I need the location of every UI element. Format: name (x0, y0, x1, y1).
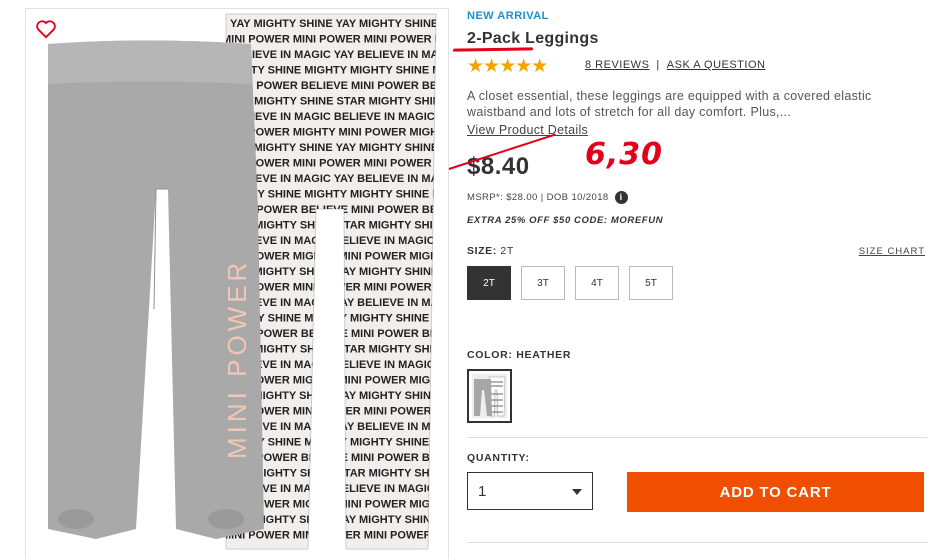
chevron-down-icon (572, 489, 582, 495)
size-chart-link[interactable]: SIZE CHART (859, 246, 925, 257)
size-option-4t[interactable]: 4T (575, 266, 619, 300)
review-links: 8 REVIEWS | ASK A QUESTION (585, 59, 765, 71)
promo-text: EXTRA 25% OFF $50 CODE: MOREFUN (467, 215, 664, 226)
print-line: YAY MIGHTY SHINE YAY MIGHTY SHINE (230, 18, 438, 30)
print-line: MIGHTY SHINE MIGHTY MIGHTY SHINE MIGHTY (222, 65, 448, 77)
size-label-text: SIZE: (467, 245, 497, 257)
section-divider-bottom (467, 542, 927, 543)
size-option-2t[interactable]: 2T (467, 266, 511, 300)
quantity-value: 1 (478, 483, 487, 500)
msrp-text: MSRP*: $28.00 | DOB 10/2018 i (467, 191, 628, 204)
product-price: $8.40 (467, 153, 530, 180)
rating-stars: ★★★★★ (467, 56, 548, 77)
print-line: YAY MIGHTY SHINE YAY MIGHTY SHINE (230, 266, 438, 278)
new-arrival-badge: NEW ARRIVAL (467, 10, 549, 22)
color-swatch-heather[interactable] (467, 369, 512, 423)
annotation-price: 6,30 (585, 137, 664, 172)
product-image-panel: YAY MIGHTY SHINE YAY MIGHTY SHINE MINI PO… (25, 8, 449, 559)
product-image[interactable]: YAY MIGHTY SHINE YAY MIGHTY SHINEMINI PO… (26, 9, 448, 559)
print-line: STAR MIGHTY SHINE STAR MIGHTY SHINE (222, 96, 448, 108)
print-line: MINI POWER MIGHTY MINI POWER MIGHTY (222, 127, 448, 139)
view-details-link[interactable]: View Product Details (467, 123, 588, 137)
size-selected-value: 2T (500, 245, 514, 257)
print-line: BELIEVE IN MAGIC YAY BELIEVE IN MAGIC YA… (230, 49, 448, 61)
quantity-select[interactable]: 1 (467, 472, 593, 510)
color-label: COLOR: HEATHER (467, 349, 572, 361)
swatch-thumbnail (472, 374, 507, 418)
size-options: 2T 3T 4T 5T (467, 266, 673, 300)
size-label: SIZE: 2T (467, 245, 514, 257)
print-line: BELIEVE IN MAGIC BELIEVE IN MAGIC (230, 235, 435, 247)
print-line: MINI POWER BELIEVE MINI POWER BELIEVE (230, 204, 448, 216)
size-option-5t[interactable]: 5T (629, 266, 673, 300)
product-title: 2-Pack Leggings (467, 30, 599, 47)
msrp-value: MSRP*: $28.00 | DOB 10/2018 (467, 192, 609, 204)
quantity-label: QUANTITY: (467, 452, 530, 464)
info-icon[interactable]: i (614, 191, 628, 204)
print-line: BELIEVE IN MAGIC YAY BELIEVE IN MAGIC YA… (230, 173, 448, 185)
product-description: A closet essential, these leggings are e… (467, 89, 872, 119)
leg-print-text: MINI POWER (222, 259, 252, 459)
print-line: MINI POWER MINI POWER MINI POWER MINI PO… (222, 34, 448, 46)
reviews-link[interactable]: 8 REVIEWS (585, 59, 649, 71)
ask-question-link[interactable]: ASK A QUESTION (667, 59, 766, 71)
print-line: YAY MIGHTY SHINE YAY MIGHTY SHINE (230, 142, 438, 154)
print-line: BELIEVE IN MAGIC YAY BELIEVE IN MAGIC YA… (230, 297, 448, 309)
annotation-underline (452, 47, 534, 52)
divider: | (656, 59, 660, 71)
size-option-3t[interactable]: 3T (521, 266, 565, 300)
section-divider (467, 437, 927, 438)
print-line: MINI POWER MINI POWER MINI POWER MINI PO… (222, 530, 448, 542)
print-line: BELIEVE IN MAGIC YAY BELIEVE IN MAGIC YA… (230, 421, 448, 433)
print-line: MINI POWER BELIEVE MINI POWER BELIEVE (230, 80, 448, 92)
print-line: BELIEVE IN MAGIC BELIEVE IN MAGIC (230, 111, 435, 123)
print-line: MINI POWER BELIEVE MINI POWER BELIEVE (230, 328, 448, 340)
add-to-cart-button[interactable]: ADD TO CART (627, 472, 924, 512)
heart-icon[interactable] (35, 19, 57, 39)
